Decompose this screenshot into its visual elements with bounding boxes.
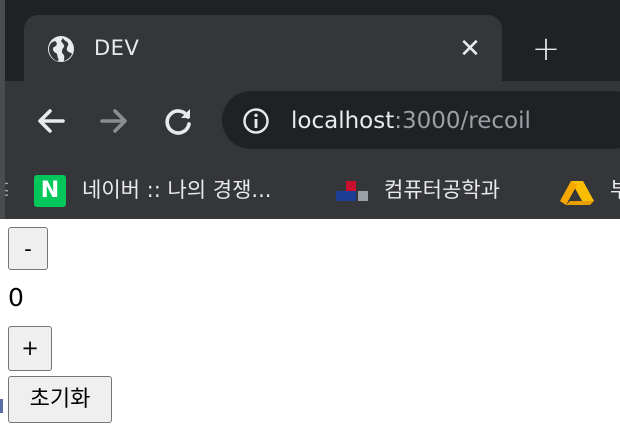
url-path: :3000/recoil (394, 108, 531, 134)
naver-icon: N (34, 175, 66, 207)
window-edge (0, 0, 5, 219)
counter-value: 0 (8, 283, 24, 312)
back-arrow-icon[interactable] (33, 103, 69, 139)
decrement-button[interactable]: - (8, 227, 48, 270)
reset-button[interactable]: 초기화 (8, 376, 112, 423)
address-bar[interactable]: localhost:3000/recoil (222, 91, 620, 149)
browser-toolbar: localhost:3000/recoil (0, 81, 620, 159)
url-text[interactable]: localhost:3000/recoil (291, 107, 531, 135)
bookmarks-bar: 의 N 네이버 :: 나의 경쟁... 컴퓨터공학과 부 (0, 159, 620, 219)
department-icon (336, 181, 368, 201)
new-tab-button[interactable]: + (528, 31, 564, 67)
browser-chrome: DEV ✕ + localhost:3000/recoil 의 N 네이버 ::… (0, 0, 620, 219)
reload-icon[interactable] (160, 103, 196, 139)
bookmark-label: 부 (610, 178, 620, 202)
bookmark-label: 컴퓨터공학과 (384, 178, 500, 202)
forward-arrow-icon[interactable] (96, 103, 132, 139)
info-icon[interactable] (242, 107, 270, 135)
bookmark-label: 네이버 :: 나의 경쟁... (82, 178, 272, 202)
close-tab-icon[interactable]: ✕ (456, 35, 484, 63)
globe-icon (48, 36, 74, 62)
url-host: localhost (291, 108, 395, 134)
browser-tab[interactable]: DEV ✕ (24, 15, 502, 81)
tab-title: DEV (94, 36, 140, 60)
page-content: - 0 + 초기화 (0, 219, 620, 444)
increment-button[interactable]: + (8, 326, 52, 371)
window-edge-mark (0, 399, 3, 413)
drive-icon (560, 181, 594, 205)
